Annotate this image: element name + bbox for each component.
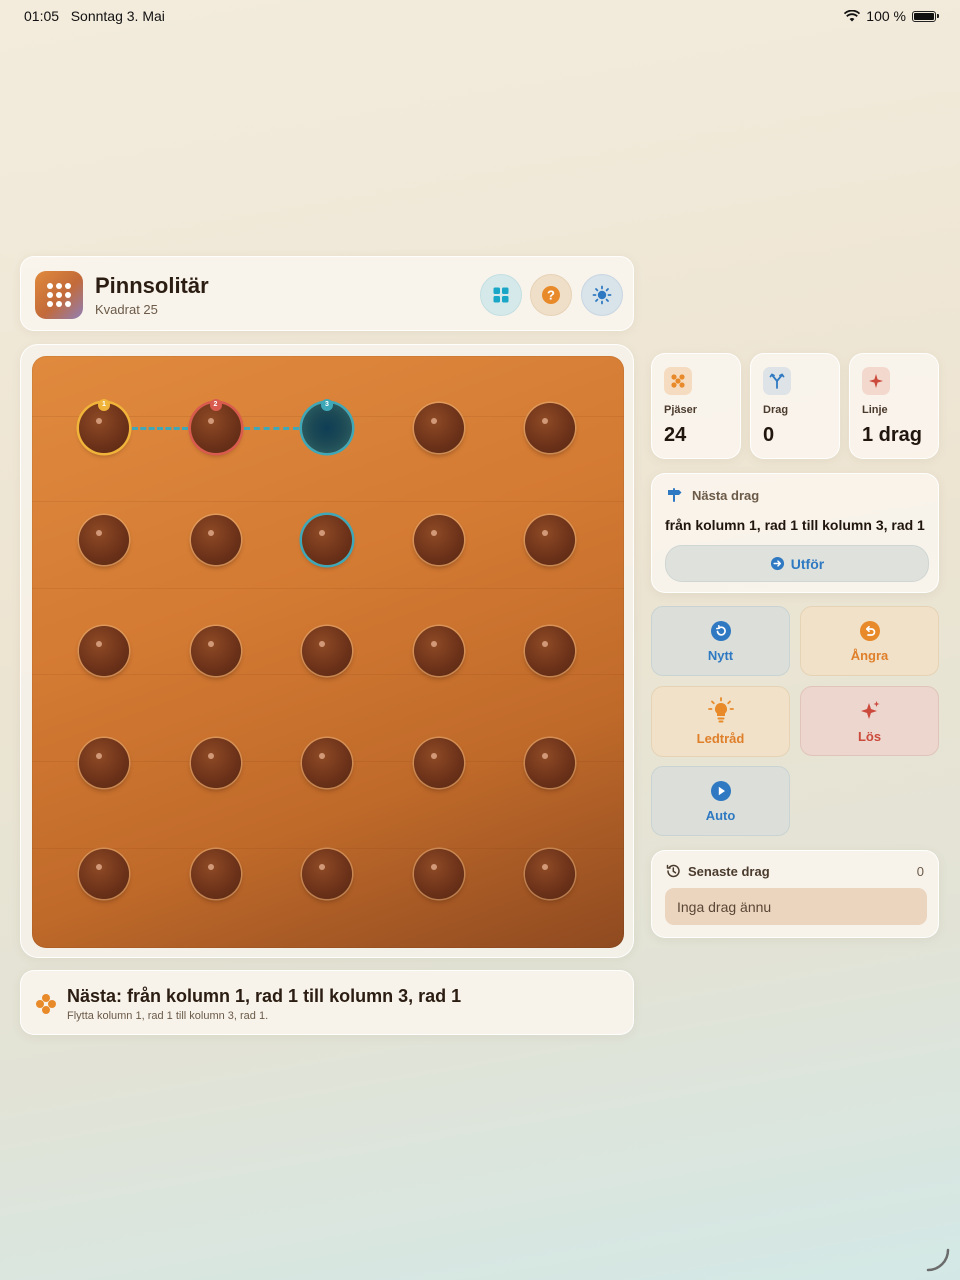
peg[interactable] bbox=[302, 849, 352, 899]
peg[interactable] bbox=[79, 849, 129, 899]
new-game-label: Nytt bbox=[707, 647, 734, 663]
auto-button[interactable]: Auto bbox=[651, 766, 790, 836]
peg[interactable] bbox=[79, 626, 129, 676]
theme-button[interactable] bbox=[581, 274, 623, 316]
app-header: Pinnsolitär Kvadrat 25 ? bbox=[20, 256, 634, 331]
status-right: 100 % bbox=[844, 8, 939, 24]
next-move-heading: Nästa drag bbox=[692, 488, 760, 503]
signpost-icon bbox=[668, 488, 682, 502]
peg[interactable] bbox=[302, 626, 352, 676]
recent-moves-empty: Inga drag ännu bbox=[665, 888, 927, 925]
pegs-icon bbox=[664, 367, 692, 395]
battery-icon bbox=[912, 10, 939, 22]
peg[interactable] bbox=[525, 514, 575, 565]
move-path-line bbox=[243, 427, 299, 430]
game-board: 1 2 3 bbox=[32, 356, 624, 948]
help-icon: ? bbox=[542, 286, 560, 304]
peg[interactable] bbox=[302, 737, 352, 788]
peg[interactable] bbox=[413, 737, 464, 788]
lightbulb-icon bbox=[707, 697, 734, 723]
new-game-button[interactable]: Nytt bbox=[651, 606, 790, 676]
undo-button[interactable]: Ångra bbox=[800, 606, 939, 676]
peg[interactable] bbox=[190, 626, 241, 676]
step-badge: 2 bbox=[209, 399, 222, 411]
peg[interactable]: 2 bbox=[190, 399, 241, 453]
peg[interactable]: 1 bbox=[79, 399, 129, 453]
peg[interactable] bbox=[190, 737, 241, 788]
play-icon bbox=[710, 780, 731, 801]
peg[interactable] bbox=[525, 403, 575, 453]
recent-moves-heading: Senaste drag bbox=[688, 864, 770, 879]
recent-moves-count: 0 bbox=[916, 864, 924, 879]
next-hint-banner: Nästa: från kolumn 1, rad 1 till kolumn … bbox=[20, 970, 634, 1035]
stat-value: 1 drag bbox=[862, 424, 923, 446]
execute-button[interactable]: Utför bbox=[665, 545, 929, 582]
peg[interactable] bbox=[525, 849, 575, 899]
stat-pegs: Pjäser 24 bbox=[651, 353, 741, 459]
pegs-icon bbox=[36, 994, 56, 1014]
solve-button[interactable]: Lös bbox=[800, 686, 939, 756]
help-button[interactable]: ? bbox=[530, 274, 572, 316]
undo-label: Ångra bbox=[850, 647, 889, 663]
execute-label: Utför bbox=[790, 555, 825, 572]
peg[interactable] bbox=[190, 849, 241, 899]
grid-icon bbox=[493, 287, 509, 303]
board-select-button[interactable] bbox=[480, 274, 522, 316]
svg-text:?: ? bbox=[547, 288, 555, 303]
peg[interactable] bbox=[413, 849, 464, 899]
stat-moves: Drag 0 bbox=[750, 353, 840, 459]
peg[interactable] bbox=[190, 514, 241, 565]
hint-title: Nästa: från kolumn 1, rad 1 till kolumn … bbox=[67, 986, 462, 1006]
status-clock: 01:05 bbox=[24, 8, 60, 24]
peg[interactable] bbox=[413, 626, 464, 676]
status-date: Sonntag 3. Mai bbox=[70, 8, 165, 24]
undo-icon bbox=[859, 620, 880, 641]
next-move-card: Nästa drag från kolumn 1, rad 1 till kol… bbox=[651, 473, 939, 593]
stat-value: 0 bbox=[763, 424, 775, 446]
theme-icon bbox=[592, 285, 612, 305]
step-badge: 1 bbox=[98, 399, 110, 411]
wifi-icon bbox=[844, 10, 861, 22]
solve-label: Lös bbox=[857, 728, 882, 744]
history-icon bbox=[666, 864, 680, 878]
next-move-text: från kolumn 1, rad 1 till kolumn 3, rad … bbox=[665, 517, 925, 533]
battery-percent: 100 % bbox=[866, 8, 906, 24]
stat-label: Pjäser bbox=[664, 404, 698, 416]
peg[interactable] bbox=[79, 514, 129, 565]
arrow-circle-icon bbox=[770, 556, 784, 571]
auto-label: Auto bbox=[705, 807, 736, 823]
sparkle-icon bbox=[862, 367, 890, 395]
status-time: 01:05 Sonntag 3. Mai bbox=[24, 8, 165, 24]
peg[interactable] bbox=[413, 403, 464, 453]
stat-line: Linje 1 drag bbox=[849, 353, 939, 459]
board-variant-label: Kvadrat 25 bbox=[95, 302, 158, 317]
sparkles-icon bbox=[860, 700, 879, 719]
stat-value: 24 bbox=[664, 424, 687, 446]
peg[interactable] bbox=[525, 626, 575, 676]
step-badge: 3 bbox=[321, 399, 333, 411]
restart-icon bbox=[710, 620, 731, 641]
stat-label: Linje bbox=[862, 404, 888, 416]
page-title: Pinnsolitär bbox=[95, 273, 209, 298]
app-logo-icon bbox=[35, 271, 83, 319]
peg[interactable] bbox=[413, 514, 464, 565]
stat-label: Drag bbox=[763, 404, 789, 416]
hint-subtitle: Flytta kolumn 1, rad 1 till kolumn 3, ra… bbox=[67, 1010, 269, 1022]
empty-hole[interactable]: 3 bbox=[302, 399, 352, 453]
hint-label: Ledtråd bbox=[696, 731, 745, 746]
hint-button[interactable]: Ledtråd bbox=[651, 686, 790, 757]
recent-moves-card: Senaste drag 0 Inga drag ännu bbox=[651, 850, 939, 938]
resize-handle-icon[interactable] bbox=[926, 1246, 952, 1272]
peg[interactable] bbox=[525, 737, 575, 788]
peg[interactable] bbox=[79, 737, 129, 788]
peg[interactable] bbox=[302, 514, 352, 565]
board-frame: 1 2 3 bbox=[20, 344, 634, 958]
status-bar: 01:05 Sonntag 3. Mai 100 % bbox=[0, 0, 960, 30]
move-path-line bbox=[132, 427, 188, 430]
moves-icon bbox=[763, 367, 791, 395]
